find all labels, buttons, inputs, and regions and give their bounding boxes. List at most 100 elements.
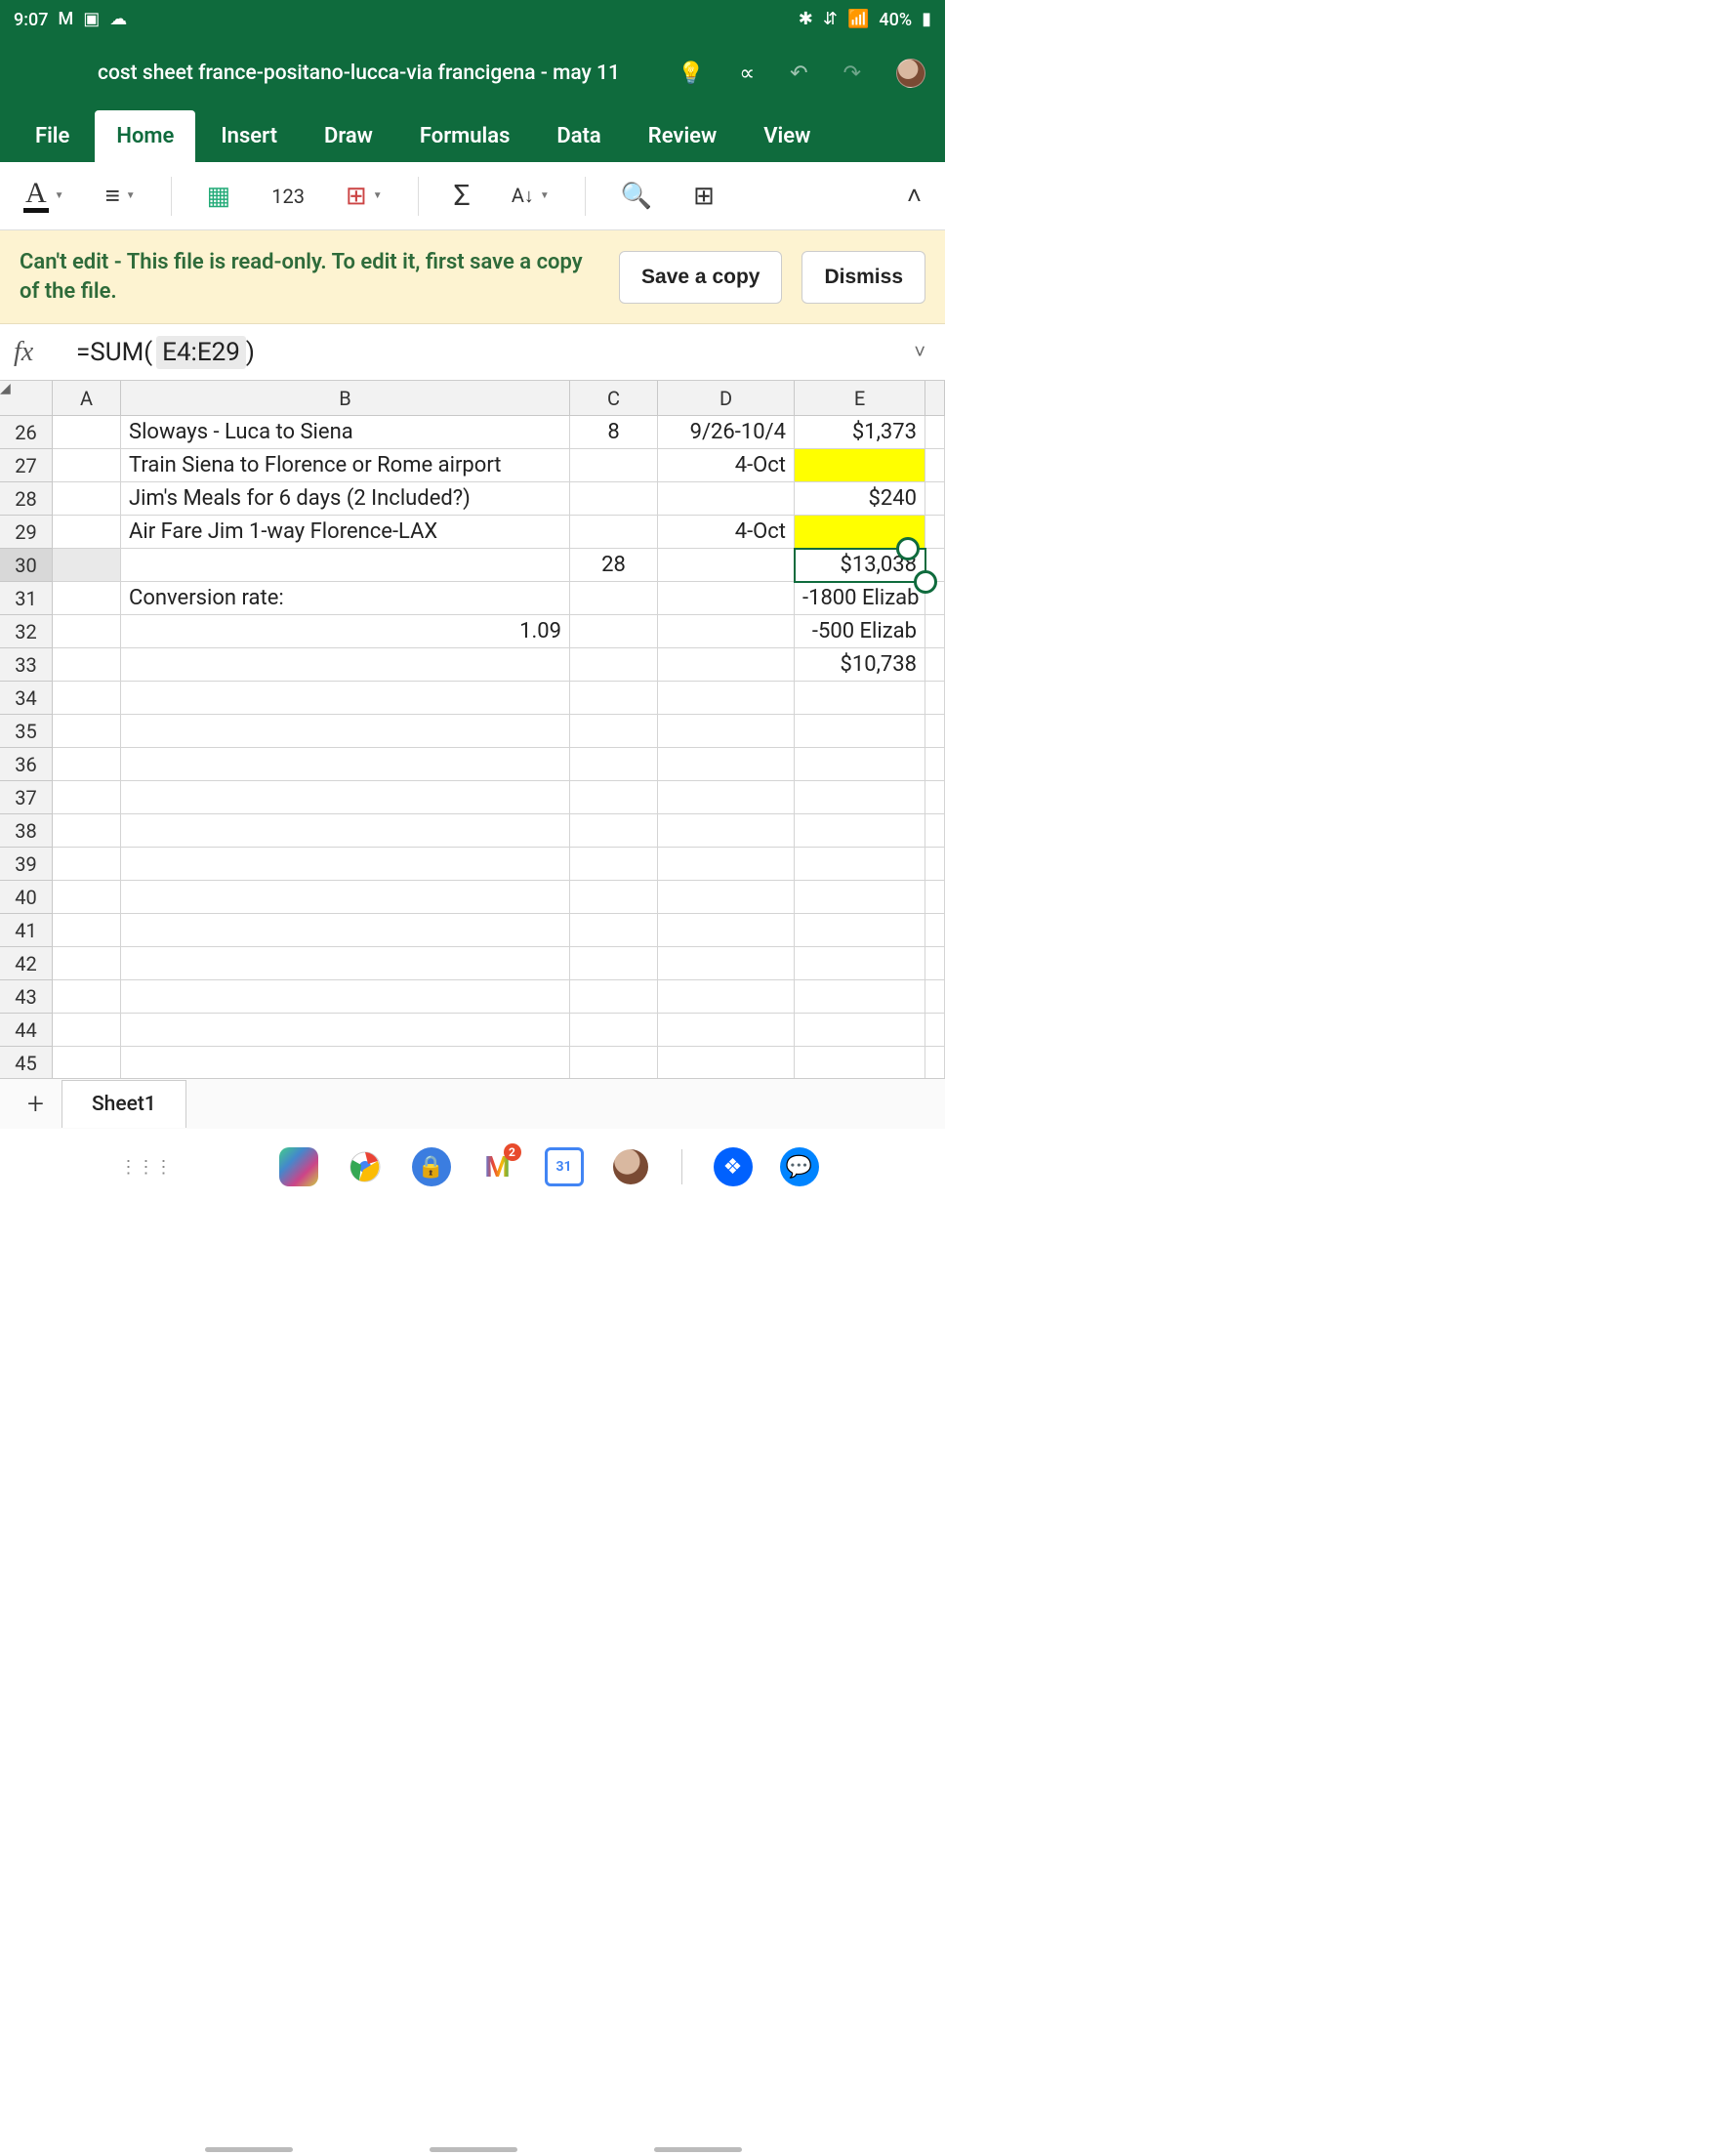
cell[interactable] — [795, 980, 925, 1014]
cell[interactable] — [53, 648, 121, 682]
cell[interactable] — [570, 947, 658, 980]
cell[interactable] — [795, 682, 925, 715]
cell[interactable]: Conversion rate: — [121, 582, 570, 615]
row-header[interactable]: 42 — [0, 947, 53, 980]
row-header[interactable]: 34 — [0, 682, 53, 715]
cell[interactable] — [658, 814, 795, 848]
col-header[interactable]: C — [570, 381, 658, 416]
app-drawer-icon[interactable]: ⋮⋮⋮ — [127, 1147, 166, 1186]
cell[interactable] — [795, 748, 925, 781]
number-format-button[interactable]: 123 — [266, 179, 310, 214]
insert-table-button[interactable]: ⊞▼ — [340, 176, 389, 217]
row-header[interactable]: 29 — [0, 516, 53, 549]
col-header[interactable]: D — [658, 381, 795, 416]
cell[interactable] — [658, 549, 795, 582]
row-header[interactable]: 39 — [0, 848, 53, 881]
row-header[interactable]: 26 — [0, 416, 53, 449]
cell[interactable] — [53, 482, 121, 516]
cell[interactable] — [658, 980, 795, 1014]
cell[interactable] — [795, 814, 925, 848]
cell[interactable] — [121, 781, 570, 814]
app-switcher-icon[interactable] — [279, 1147, 318, 1186]
cell[interactable] — [121, 549, 570, 582]
cell[interactable] — [795, 715, 925, 748]
cell[interactable] — [53, 715, 121, 748]
cell[interactable] — [53, 947, 121, 980]
cell[interactable] — [53, 449, 121, 482]
cell[interactable] — [658, 715, 795, 748]
row-header[interactable]: 40 — [0, 881, 53, 914]
cell[interactable]: $240 — [795, 482, 925, 516]
cell[interactable] — [121, 914, 570, 947]
tab-data[interactable]: Data — [535, 110, 622, 162]
gmail-icon[interactable]: M 2 — [478, 1147, 517, 1186]
autosum-button[interactable]: Σ — [448, 173, 476, 219]
cell[interactable] — [658, 1047, 795, 1078]
row-header[interactable]: 36 — [0, 748, 53, 781]
row-header[interactable]: 37 — [0, 781, 53, 814]
sheet-tab[interactable]: Sheet1 — [62, 1080, 186, 1128]
cell[interactable] — [570, 682, 658, 715]
cell[interactable] — [658, 682, 795, 715]
cell[interactable] — [53, 549, 121, 582]
cell[interactable]: 4-Oct — [658, 516, 795, 549]
expand-formula-icon[interactable]: ˅ — [908, 334, 931, 370]
messages-icon[interactable]: 💬 — [780, 1147, 819, 1186]
row-header[interactable]: 27 — [0, 449, 53, 482]
cell[interactable]: 1.09 — [121, 615, 570, 648]
font-format-button[interactable]: A▼ — [18, 173, 70, 219]
cell[interactable] — [570, 781, 658, 814]
dismiss-button[interactable]: Dismiss — [801, 251, 925, 304]
cell[interactable] — [658, 781, 795, 814]
row-header[interactable]: 44 — [0, 1014, 53, 1047]
cell[interactable]: $10,738 — [795, 648, 925, 682]
cell[interactable] — [570, 648, 658, 682]
cell[interactable] — [121, 881, 570, 914]
cell[interactable] — [795, 881, 925, 914]
cell[interactable] — [570, 1014, 658, 1047]
cell[interactable] — [658, 881, 795, 914]
cell[interactable] — [121, 748, 570, 781]
row-header[interactable]: 43 — [0, 980, 53, 1014]
chrome-icon[interactable] — [346, 1147, 385, 1186]
cell[interactable]: 8 — [570, 416, 658, 449]
cell[interactable] — [121, 682, 570, 715]
cell[interactable] — [795, 947, 925, 980]
cell[interactable]: 4-Oct — [658, 449, 795, 482]
cell[interactable] — [121, 980, 570, 1014]
cell[interactable] — [570, 482, 658, 516]
cell[interactable] — [658, 914, 795, 947]
cell[interactable] — [53, 615, 121, 648]
cell[interactable] — [570, 881, 658, 914]
tab-review[interactable]: Review — [627, 110, 739, 162]
cell[interactable]: Train Siena to Florence or Rome airport — [121, 449, 570, 482]
col-header[interactable]: A — [53, 381, 121, 416]
row-header[interactable]: 41 — [0, 914, 53, 947]
cell[interactable] — [795, 449, 925, 482]
collapse-ribbon-button[interactable]: ˄ — [901, 175, 927, 217]
view-grid-button[interactable]: ⊞ — [687, 176, 720, 217]
avatar[interactable] — [896, 59, 925, 88]
tab-formulas[interactable]: Formulas — [398, 110, 531, 162]
cell[interactable] — [658, 648, 795, 682]
align-button[interactable]: ≡▼ — [100, 175, 142, 217]
cell[interactable] — [658, 947, 795, 980]
find-button[interactable]: 🔍 — [615, 176, 658, 217]
row-header[interactable]: 33 — [0, 648, 53, 682]
undo-icon[interactable]: ↶ — [790, 62, 807, 86]
cell[interactable] — [570, 449, 658, 482]
cell[interactable] — [53, 914, 121, 947]
calendar-icon[interactable]: 31 — [545, 1147, 584, 1186]
cell[interactable] — [121, 947, 570, 980]
row-header[interactable]: 32 — [0, 615, 53, 648]
contact-photo-icon[interactable] — [611, 1147, 650, 1186]
row-header[interactable]: 31 — [0, 582, 53, 615]
tab-file[interactable]: File — [14, 110, 91, 162]
formula-content[interactable]: =SUM( E4:E29 ) — [76, 336, 894, 369]
col-header[interactable]: E — [795, 381, 925, 416]
cell[interactable] — [570, 748, 658, 781]
sort-filter-button[interactable]: A↓▼ — [506, 178, 555, 214]
cell[interactable] — [795, 1014, 925, 1047]
cell[interactable] — [53, 416, 121, 449]
redo-icon[interactable]: ↷ — [843, 62, 861, 86]
